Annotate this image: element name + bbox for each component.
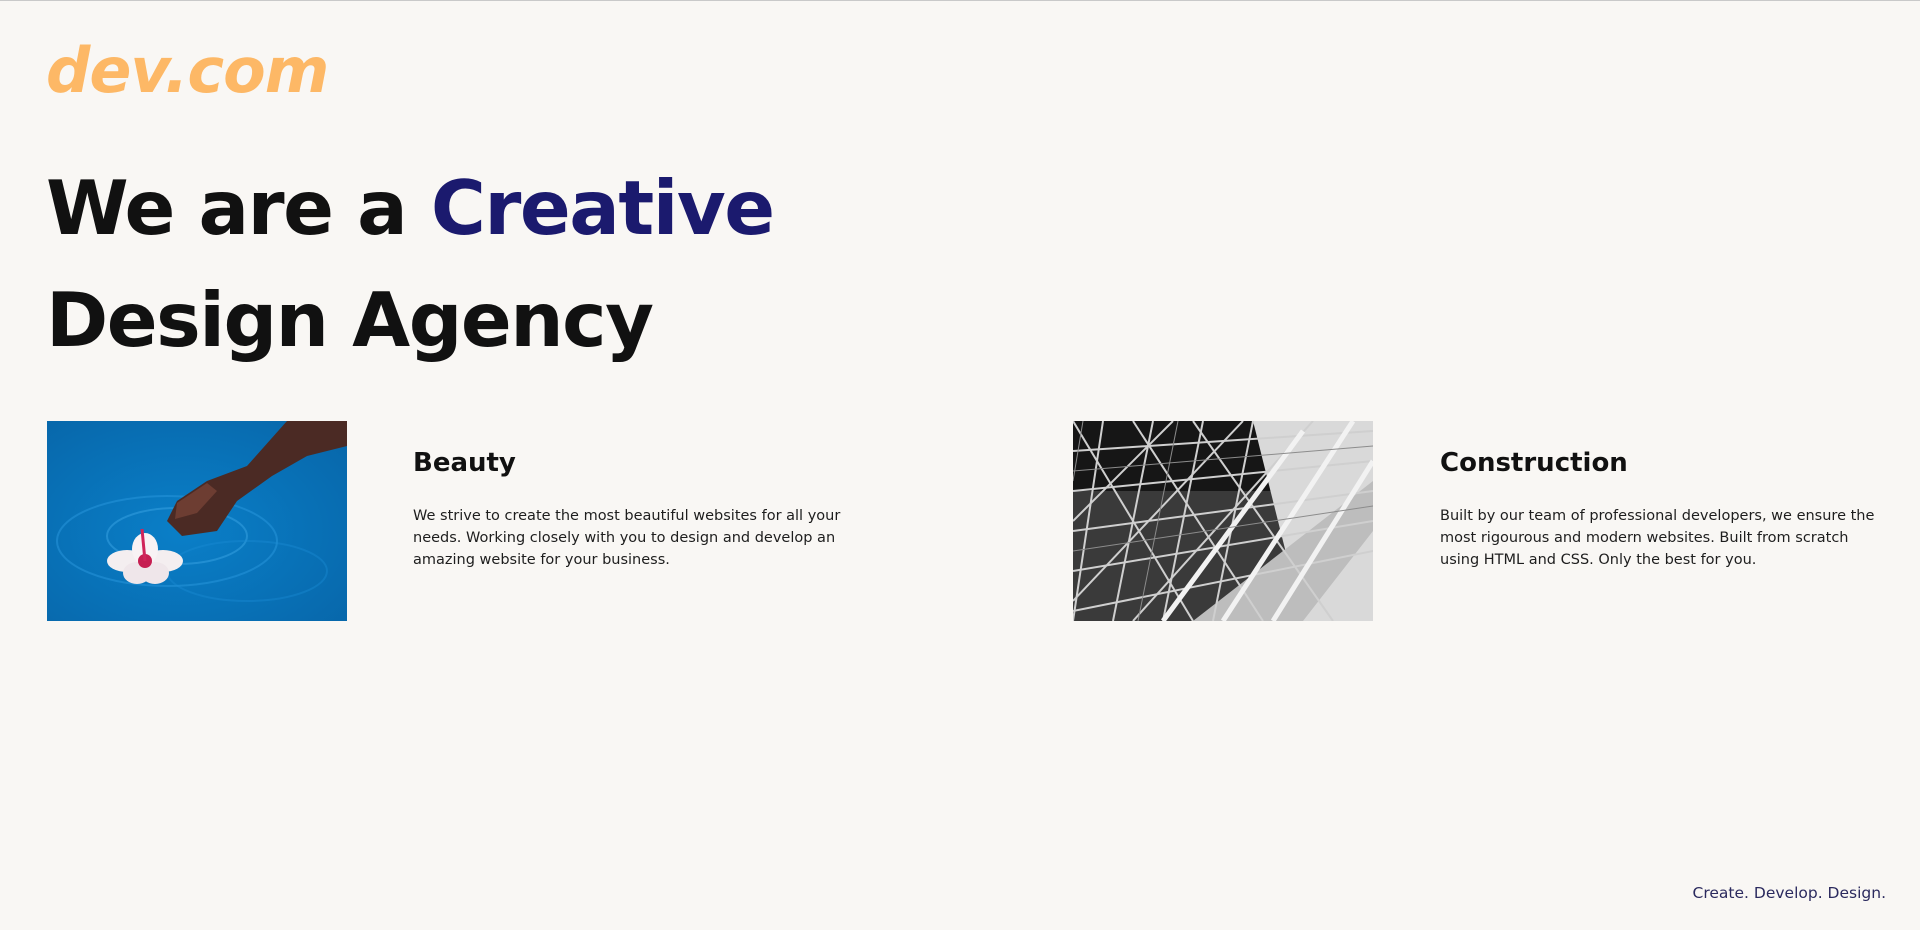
logo-text: dev.com [46,34,329,107]
service-text-beauty: We strive to create the most beautiful w… [413,508,841,568]
headline-line-2: Design Agency [46,276,654,364]
service-text-construction: Built by our team of professional develo… [1440,508,1875,568]
construction-image [1073,421,1373,621]
headline-highlight: Creative [430,164,775,252]
service-title-beauty: Beauty [413,448,516,478]
headline-prefix: We are a [46,164,408,252]
beauty-image [47,421,347,621]
logo[interactable]: dev.com [46,34,329,108]
headline-line-1: We are a Creative [46,152,775,264]
footer-tagline: Create. Develop. Design. [1692,884,1886,902]
service-title-construction: Construction [1440,448,1628,478]
top-divider [0,0,1920,1]
hero-headline: We are a Creative Design Agency [46,152,775,376]
